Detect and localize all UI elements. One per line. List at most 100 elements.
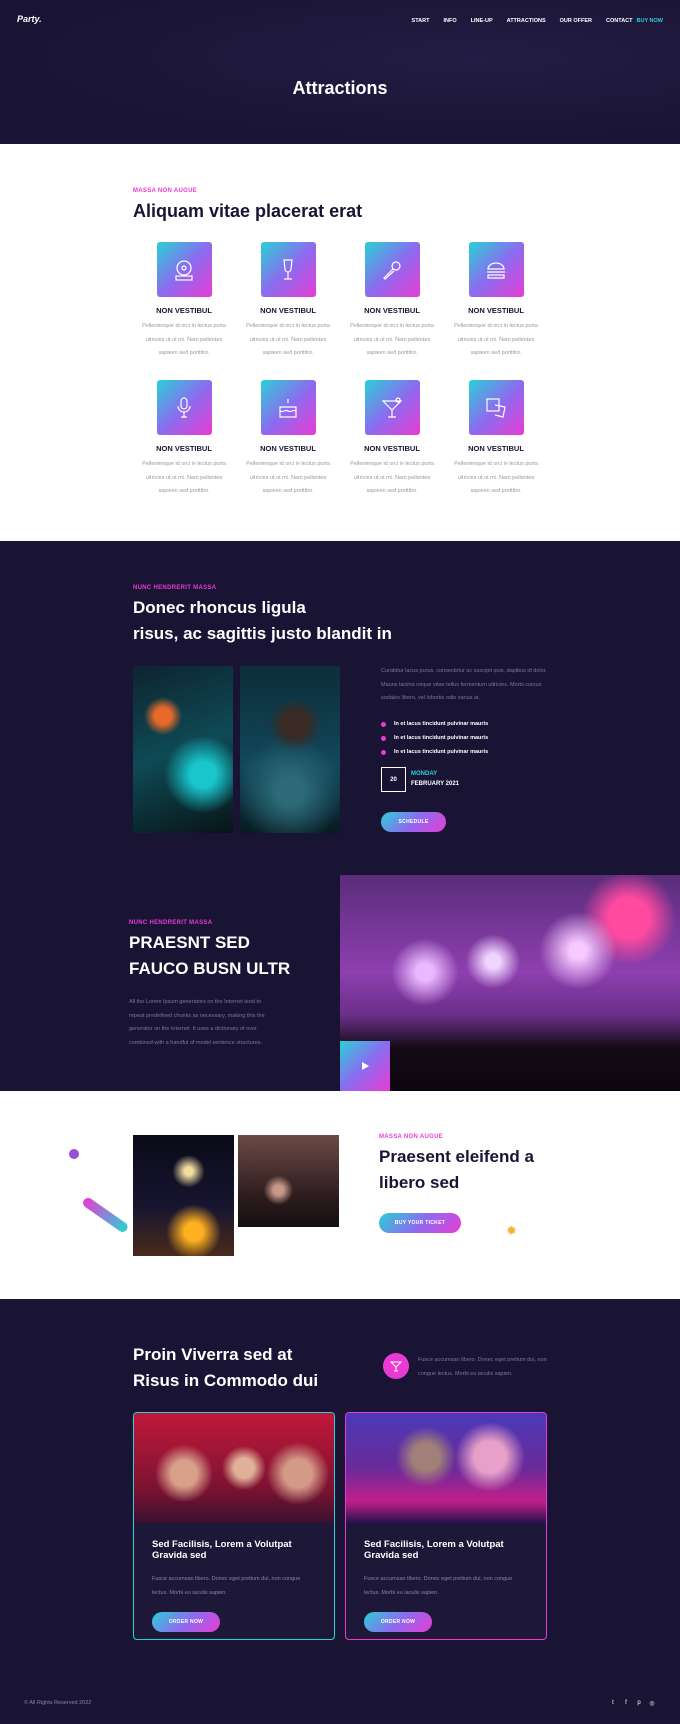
nav-info[interactable]: INFO (443, 18, 456, 24)
ticket-title-line1: Praesent eleifend a (379, 1147, 534, 1166)
ticket-photo-crowd (238, 1135, 339, 1227)
play-button[interactable] (340, 1041, 390, 1091)
video-description: All the Lorem Ipsum generators on the In… (129, 999, 265, 1046)
offer-card-desc: Fusce accumsan libero. Donec eget pretiu… (364, 1576, 513, 1596)
offers-title-line1: Proin Viverra sed at (133, 1345, 293, 1364)
feature-desc: Pellentesque id orci in lectus porta ult… (454, 461, 538, 494)
list-item: In et lacus tincidunt pulvinar mauris (381, 731, 488, 745)
features-eyebrow: MASSA NON AUGUE (133, 188, 198, 194)
nav-our-offer[interactable]: OUR OFFER (560, 18, 592, 24)
studio-mic-icon (156, 380, 212, 435)
offer-card-title: Sed Facilisis, Lorem a Volutpat Gravida … (152, 1539, 292, 1561)
footer: © All Rights Reserved 2022 t f p ◎ (0, 1689, 680, 1724)
decor-dot (69, 1149, 79, 1159)
features-section: MASSA NON AUGUE Aliquam vitae placerat e… (0, 144, 680, 541)
video-title-line2: FAUCO BUSN ULTR (129, 959, 291, 978)
facebook-icon[interactable]: f (622, 1699, 630, 1707)
offer-card-image (134, 1413, 334, 1523)
decor-streak (81, 1195, 130, 1234)
video-title-line1: PRAESNT SED (129, 933, 250, 952)
feature-title: NON VESTIBUL (260, 444, 316, 453)
feature-desc: Pellentesque id orci in lectus porta ult… (350, 461, 434, 494)
feature-item: NON VESTIBUL Pellentesque id orci in lec… (240, 380, 336, 499)
feature-item: NON VESTIBUL Pellentesque id orci in lec… (136, 380, 232, 499)
feature-item: NON VESTIBUL Pellentesque id orci in lec… (136, 242, 232, 361)
photos-icon (468, 380, 524, 435)
feature-title: NON VESTIBUL (364, 306, 420, 315)
date-box: 20 (381, 767, 406, 792)
disc-icon (156, 242, 212, 297)
list-item: In et lacus tincidunt pulvinar mauris (381, 745, 488, 759)
play-icon (362, 1062, 369, 1070)
feature-item: NON VESTIBUL Pellentesque id orci in lec… (344, 242, 440, 361)
feature-item: NON VESTIBUL Pellentesque id orci in lec… (240, 242, 336, 361)
feature-desc: Pellentesque id orci in lectus porta ult… (454, 323, 538, 356)
video-thumbnail (340, 875, 680, 1091)
offers-title-line2: Risus in Commodo dui (133, 1371, 319, 1390)
event-description: Curabitur lacus purus, consectetur ac su… (381, 668, 547, 701)
event-photo-drinks (133, 666, 233, 833)
feature-title: NON VESTIBUL (156, 306, 212, 315)
microphone-icon (364, 242, 420, 297)
feature-desc: Pellentesque id orci in lectus porta ult… (350, 323, 434, 356)
sun-icon: ✹ (506, 1223, 517, 1238)
twitter-icon[interactable]: t (609, 1699, 617, 1707)
offer-card: Sed Facilisis, Lorem a Volutpat Gravida … (133, 1412, 335, 1640)
social-links: t f p ◎ (609, 1699, 656, 1707)
cocktail-icon (364, 380, 420, 435)
pinterest-icon[interactable]: p (635, 1699, 643, 1707)
event-photo-crowd (240, 666, 340, 833)
offer-card-title: Sed Facilisis, Lorem a Volutpat Gravida … (364, 1539, 504, 1561)
ticket-title-line2: libero sed (379, 1173, 460, 1192)
offers-side-text: Fusce accumsan libero. Donec eget pretiu… (418, 1357, 547, 1377)
offer-card-image (346, 1413, 546, 1523)
event-eyebrow: NUNC HENDRERIT MASSA (133, 585, 217, 591)
page-title: Attractions (292, 78, 388, 98)
feature-title: NON VESTIBUL (260, 306, 316, 315)
logo[interactable]: Party. (17, 14, 42, 24)
cocktail-badge-icon (383, 1353, 409, 1379)
feature-title: NON VESTIBUL (364, 444, 420, 453)
date-month: FEBRUARY 2021 (411, 781, 460, 787)
nav-attractions[interactable]: ATTRACTIONS (507, 18, 546, 24)
event-title-line1: Donec rhoncus ligula (133, 598, 306, 617)
instagram-icon[interactable]: ◎ (648, 1699, 656, 1707)
date-day: MONDAY (411, 771, 438, 777)
nav-start[interactable]: START (412, 18, 430, 24)
event-title-line2: risus, ac sagittis justo blandit in (133, 624, 392, 643)
offer-card: Sed Facilisis, Lorem a Volutpat Gravida … (345, 1412, 547, 1640)
hero-header: Party. START INFO LINE-UP ATTRACTIONS OU… (0, 0, 680, 144)
order-now-button[interactable]: ORDER NOW (152, 1612, 220, 1632)
nav-contact[interactable]: CONTACT (606, 18, 632, 24)
features-title: Aliquam vitae placerat erat (133, 201, 363, 221)
feature-desc: Pellentesque id orci in lectus porta ult… (142, 461, 226, 494)
order-now-button[interactable]: ORDER NOW (364, 1612, 432, 1632)
event-section: NUNC HENDRERIT MASSA Donec rhoncus ligul… (0, 541, 680, 875)
schedule-button[interactable]: SCHEDULE (381, 812, 446, 832)
offers-section: Proin Viverra sed at Risus in Commodo du… (0, 1299, 680, 1689)
feature-desc: Pellentesque id orci in lectus porta ult… (142, 323, 226, 356)
nav-lineup[interactable]: LINE-UP (471, 18, 493, 24)
champagne-glass-icon (260, 242, 316, 297)
nav-buy-now[interactable]: BUY NOW (637, 18, 663, 24)
feature-title: NON VESTIBUL (468, 306, 524, 315)
feature-title: NON VESTIBUL (468, 444, 524, 453)
feature-item: NON VESTIBUL Pellentesque id orci in lec… (448, 242, 544, 361)
feature-item: NON VESTIBUL Pellentesque id orci in lec… (448, 380, 544, 499)
list-item: In et lacus tincidunt pulvinar mauris (381, 717, 488, 731)
video-section: NUNC HENDRERIT MASSA PRAESNT SED FAUCO B… (0, 875, 680, 1091)
ticket-eyebrow: MASSA NON AUGUE (379, 1134, 444, 1140)
copyright: © All Rights Reserved 2022 (24, 1700, 92, 1706)
event-bullets: In et lacus tincidunt pulvinar mauris In… (381, 717, 488, 759)
feature-desc: Pellentesque id orci in lectus porta ult… (246, 461, 330, 494)
main-nav: START INFO LINE-UP ATTRACTIONS OUR OFFER… (398, 18, 663, 24)
feature-desc: Pellentesque id orci in lectus porta ult… (246, 323, 330, 356)
feature-item: NON VESTIBUL Pellentesque id orci in lec… (344, 380, 440, 499)
cake-icon (260, 380, 316, 435)
burger-icon (468, 242, 524, 297)
offer-card-desc: Fusce accumsan libero. Donec eget pretiu… (152, 1576, 301, 1596)
ticket-section: MASSA NON AUGUE Praesent eleifend a libe… (0, 1091, 680, 1299)
video-eyebrow: NUNC HENDRERIT MASSA (129, 920, 213, 926)
buy-ticket-button[interactable]: BUY YOUR TICKET (379, 1213, 461, 1233)
ticket-photo-fireworks (133, 1135, 234, 1256)
